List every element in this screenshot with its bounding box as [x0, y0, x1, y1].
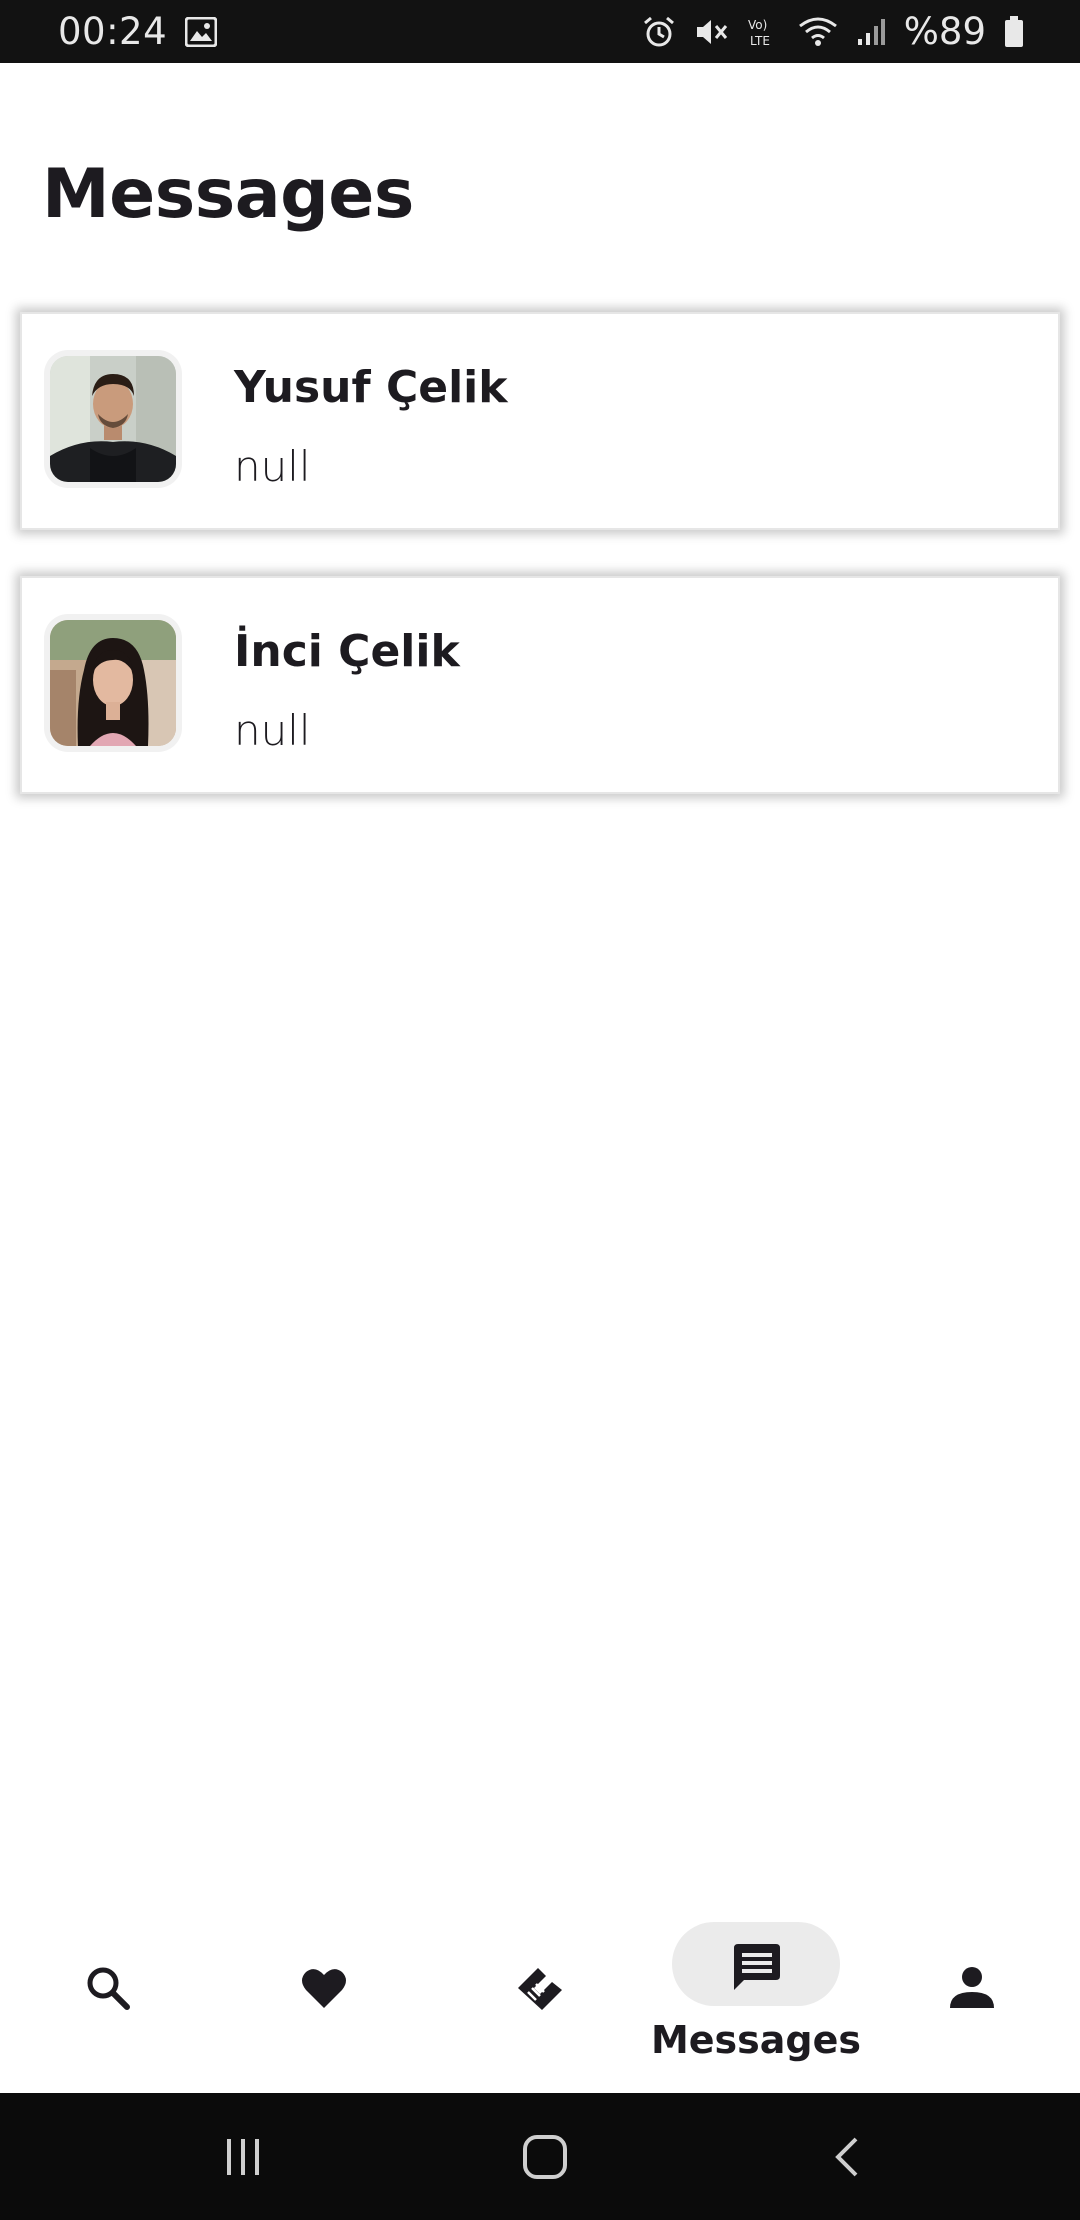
- system-navigation-bar: [0, 2093, 1080, 2220]
- volte-icon: Vo) LTE: [746, 15, 780, 49]
- home-button[interactable]: [515, 2131, 575, 2183]
- bottom-navigation: Messages: [0, 1900, 1080, 2093]
- alarm-icon: [642, 15, 676, 49]
- status-time: 00:24: [58, 10, 168, 53]
- image-icon: [185, 16, 218, 47]
- avatar: [44, 350, 182, 488]
- nav-item-messages[interactable]: Messages: [648, 1900, 864, 2093]
- message-icon: [734, 1944, 780, 1990]
- nav-item-matches[interactable]: [432, 1900, 648, 2093]
- home-icon: [523, 2135, 567, 2179]
- conversation-item[interactable]: İnci Çelik null: [20, 576, 1060, 794]
- status-left: 00:24: [58, 10, 218, 53]
- mute-icon: [694, 16, 728, 48]
- heart-icon: [302, 1969, 346, 2008]
- battery-percentage: %89: [903, 10, 986, 53]
- status-right: Vo) LTE %89: [642, 10, 1024, 53]
- last-message: null: [234, 706, 311, 755]
- last-message: null: [234, 442, 311, 491]
- contact-name: Yusuf Çelik: [234, 362, 508, 413]
- svg-text:LTE: LTE: [750, 34, 770, 48]
- battery-icon: [1004, 15, 1024, 48]
- avatar-photo-man: [50, 356, 176, 482]
- nav-label-messages: Messages: [650, 2018, 862, 2062]
- nav-item-profile[interactable]: [864, 1900, 1080, 2093]
- conversation-item[interactable]: Yusuf Çelik null: [20, 312, 1060, 530]
- recents-button[interactable]: [213, 2131, 273, 2183]
- nav-item-search[interactable]: [0, 1900, 216, 2093]
- search-icon: [87, 1967, 130, 2010]
- handshake-icon: [518, 1968, 562, 2010]
- wifi-icon: [798, 16, 838, 48]
- contact-name: İnci Çelik: [234, 626, 460, 677]
- avatar: [44, 614, 182, 752]
- svg-text:Vo): Vo): [748, 18, 767, 32]
- status-bar: 00:24 Vo) LTE %89: [0, 0, 1080, 63]
- nav-item-favorites[interactable]: [216, 1900, 432, 2093]
- page-title: Messages: [42, 155, 414, 234]
- person-icon: [950, 1967, 994, 2008]
- recents-icon: [227, 2139, 259, 2175]
- avatar-photo-woman: [50, 620, 176, 746]
- signal-icon: [856, 17, 886, 47]
- back-icon: [835, 2137, 858, 2177]
- back-button[interactable]: [818, 2131, 878, 2183]
